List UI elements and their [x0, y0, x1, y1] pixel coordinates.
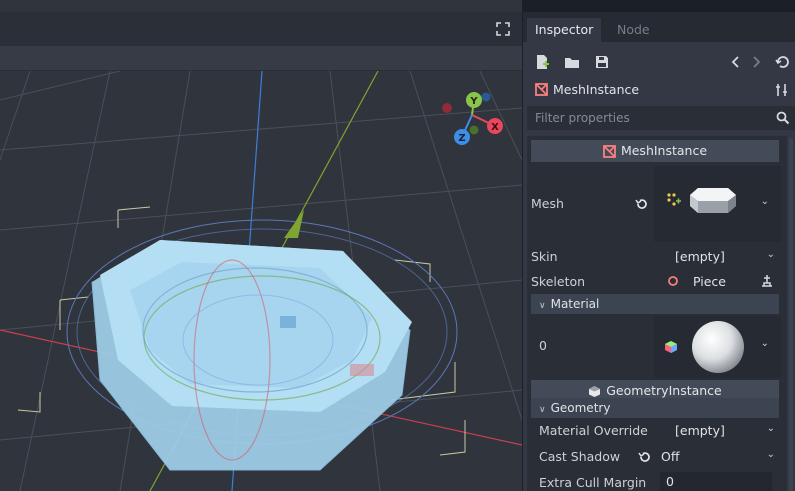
array-mesh-icon	[667, 193, 681, 206]
assign-node-icon[interactable]	[761, 274, 773, 288]
property-mesh-label: Mesh	[531, 196, 564, 211]
open-folder-icon[interactable]	[563, 53, 581, 71]
chevron-down-icon[interactable]: ⌄	[761, 196, 769, 207]
group-material[interactable]: ∨ Material	[531, 294, 779, 314]
viewport-toolbar	[0, 46, 522, 71]
dock-tab-bar: Inspector Node	[523, 12, 795, 42]
maximize-icon[interactable]	[496, 22, 510, 36]
chevron-down-icon[interactable]: ⌄	[767, 449, 775, 460]
property-cast-shadow-label: Cast Shadow	[539, 449, 621, 464]
skeleton-value[interactable]: Piece	[693, 274, 726, 289]
property-material-override-label: Material Override	[539, 423, 648, 438]
property-extra-cull-margin: Extra Cull Margin 0	[527, 470, 787, 491]
material-override-value[interactable]: [empty]	[675, 423, 725, 438]
extra-cull-margin-field[interactable]: 0	[660, 472, 772, 491]
chevron-down-icon: ∨	[539, 301, 546, 311]
cast-shadow-value[interactable]: Off	[661, 449, 679, 464]
selected-node-row[interactable]: MeshInstance	[523, 78, 795, 102]
property-extra-cull-margin-label: Extra Cull Margin	[539, 475, 647, 490]
spatial-material-icon	[665, 341, 677, 353]
chevron-down-icon[interactable]: ⌄	[767, 249, 775, 260]
new-resource-icon[interactable]	[533, 53, 551, 71]
mesh-instance-icon	[603, 145, 616, 158]
filter-properties-field[interactable]	[527, 106, 795, 130]
section-mesh-instance-title: MeshInstance	[620, 143, 708, 158]
mesh-resource-picker[interactable]: ⌄	[654, 166, 781, 242]
extra-cull-margin-value: 0	[666, 474, 674, 489]
skin-value[interactable]: [empty]	[675, 249, 725, 264]
scene-view[interactable]: Y X Z	[0, 71, 522, 491]
property-skeleton-label: Skeleton	[531, 274, 586, 289]
tab-inspector[interactable]: Inspector	[527, 18, 602, 42]
node-tools-icon[interactable]	[775, 83, 789, 97]
geometry-instance-icon	[589, 386, 601, 397]
property-material-0: 0 ⌄	[527, 316, 787, 378]
group-material-label: Material	[550, 297, 600, 311]
viewport-top-bar	[0, 12, 522, 46]
group-geometry[interactable]: ∨ Geometry	[531, 398, 779, 418]
chevron-down-icon: ∨	[539, 405, 546, 415]
search-icon	[776, 111, 790, 125]
y-axis-label: Y	[469, 96, 478, 107]
property-mesh: Mesh ⌄	[527, 166, 787, 242]
mesh-instance-icon	[535, 83, 548, 96]
material-resource-picker[interactable]: ⌄	[654, 316, 781, 378]
y-move-arrow	[284, 210, 304, 238]
x-axis-label: X	[491, 122, 499, 133]
section-mesh-instance: MeshInstance	[531, 140, 779, 162]
property-material-0-label: 0	[539, 338, 547, 353]
save-icon[interactable]	[593, 53, 611, 71]
property-skin-label: Skin	[531, 249, 558, 264]
history-back-icon[interactable]	[727, 53, 745, 71]
octagon-mesh-preview	[690, 188, 736, 213]
revert-icon[interactable]	[634, 197, 648, 211]
property-skin: Skin [empty] ⌄	[527, 244, 787, 268]
object-history-icon[interactable]	[773, 53, 791, 71]
sphere-material-preview	[692, 321, 744, 373]
z-axis-label: Z	[458, 133, 465, 144]
inspector-toolbar	[523, 50, 795, 74]
property-cast-shadow: Cast Shadow Off ⌄	[527, 444, 787, 468]
tab-node[interactable]: Node	[609, 18, 658, 42]
section-geometry-instance-title: GeometryInstance	[606, 383, 722, 398]
filter-properties-input[interactable]	[528, 107, 768, 129]
revert-icon[interactable]	[637, 450, 651, 464]
history-forward-icon[interactable]	[747, 53, 765, 71]
property-skeleton: Skeleton Piece	[527, 269, 787, 293]
property-list: MeshInstance Mesh ⌄ Skin [empty] ⌄ Skele…	[527, 136, 787, 491]
inspector-dock: Inspector Node MeshInstance Filter prope…	[523, 12, 795, 491]
property-material-override: Material Override [empty] ⌄	[527, 418, 787, 442]
inspector-scrollbar[interactable]	[789, 138, 793, 491]
group-geometry-label: Geometry	[550, 401, 611, 415]
chevron-down-icon[interactable]: ⌄	[767, 423, 775, 434]
chevron-down-icon[interactable]: ⌄	[761, 338, 769, 349]
node-path-icon	[668, 276, 678, 286]
3d-viewport[interactable]: Y X Z	[0, 0, 522, 491]
selected-node-name: MeshInstance	[553, 82, 640, 97]
